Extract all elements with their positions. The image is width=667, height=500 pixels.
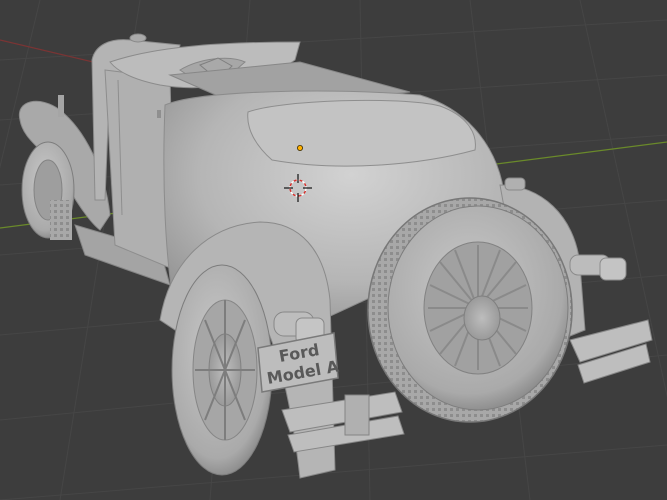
3d-viewport[interactable]: Ford Model A xyxy=(0,0,667,500)
door-handle xyxy=(157,110,161,118)
rumble-seat-lid xyxy=(247,99,476,167)
tail-lamp-right xyxy=(504,177,526,191)
car-model[interactable]: Ford Model A xyxy=(18,33,653,479)
bumper-bracket xyxy=(344,394,370,436)
right-bumper-knob xyxy=(599,257,627,281)
front-left-tread xyxy=(50,200,72,240)
viewport-canvas[interactable]: Ford Model A xyxy=(0,0,667,500)
fuel-cap xyxy=(129,33,147,43)
spare-hub xyxy=(463,295,501,341)
object-origin-icon[interactable] xyxy=(296,144,303,151)
spare-wheel xyxy=(367,197,573,423)
lamp-post xyxy=(58,95,64,117)
